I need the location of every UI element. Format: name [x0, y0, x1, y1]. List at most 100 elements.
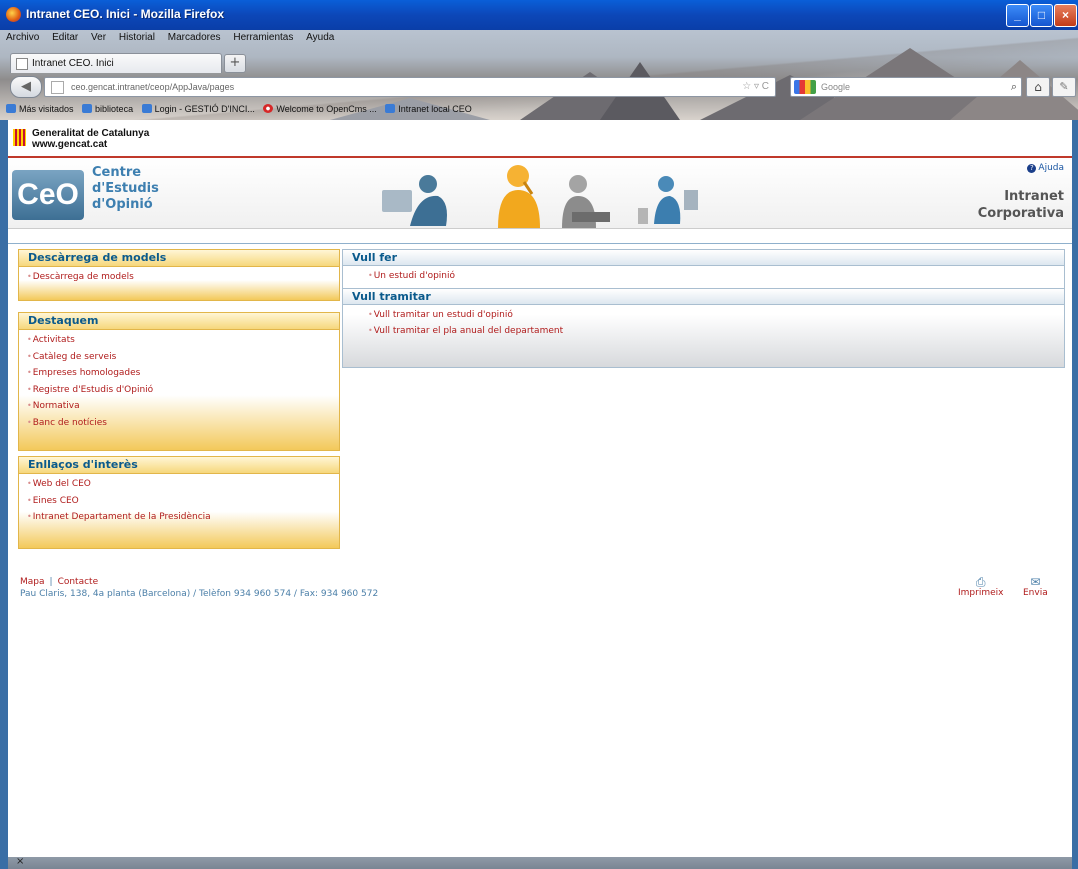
site-icon [51, 81, 64, 94]
link-estudi-opinio[interactable]: •Un estudi d'opinió [343, 268, 1064, 285]
section-title-vull-fer: Vull fer [343, 250, 1064, 266]
banner-figure-computer-user [382, 175, 447, 226]
opencms-icon [263, 104, 274, 113]
home-button[interactable]: ⌂ [1026, 77, 1050, 97]
banner-figure-laptop-user [562, 175, 610, 228]
menu-archivo[interactable]: Archivo [6, 32, 39, 43]
menu-bar: Archivo Editar Ver Historial Marcadores … [0, 32, 336, 46]
bullet-icon: • [368, 271, 373, 280]
google-icon [794, 80, 816, 94]
extension-icon[interactable]: ✎ [1052, 77, 1076, 97]
url-text: ceo.gencat.intranet/ceop/AppJava/pages [71, 82, 235, 92]
bullet-icon: • [27, 401, 32, 410]
bullet-icon: • [27, 384, 32, 394]
bookmark-icon [82, 104, 93, 113]
bookmark-biblioteca[interactable]: biblioteca [82, 104, 133, 114]
box-title-destaquem: Destaquem [19, 313, 339, 330]
bookmark-icon [141, 104, 152, 113]
gencat-name[interactable]: Generalitat de Catalunya www.gencat.cat [32, 128, 149, 150]
minimize-button[interactable]: _ [1006, 4, 1029, 27]
link-registre-estudis[interactable]: •Registre d'Estudis d'Opinió [19, 382, 339, 399]
menu-ayuda[interactable]: Ayuda [306, 32, 334, 43]
link-contacte[interactable]: Contacte [58, 577, 99, 587]
gencat-header: Generalitat de Catalunya www.gencat.cat [8, 120, 1072, 158]
intranet-title: Intranet Corporativa [977, 189, 1064, 221]
menu-ver[interactable]: Ver [91, 32, 106, 43]
page-viewport: Generalitat de Catalunya www.gencat.cat … [8, 120, 1072, 857]
ceo-name: Centre d'Estudis d'Opinió [92, 165, 159, 212]
link-descarrega-models[interactable]: •Descàrrega de models [19, 269, 339, 286]
page-icon [16, 58, 28, 70]
bookmark-icon [385, 104, 396, 113]
main-panel: Vull fer •Un estudi d'opinió Vull tramit… [342, 249, 1065, 368]
bullet-icon: • [27, 272, 32, 281]
search-input[interactable]: Google ⌕ [790, 77, 1022, 97]
bookmark-login[interactable]: Login - GESTIÓ D'INCI... [141, 104, 255, 114]
status-bar: × [8, 856, 1072, 869]
link-eines-ceo[interactable]: •Eines CEO [19, 493, 339, 510]
box-title-descarrega: Descàrrega de models [19, 250, 339, 267]
tab-label: Intranet CEO. Inici [32, 58, 114, 69]
email-button[interactable]: ✉ Envia [1023, 576, 1048, 598]
search-icon[interactable]: ⌕ [1011, 78, 1017, 96]
back-button[interactable]: ◀ [10, 76, 42, 98]
url-bar[interactable]: ceo.gencat.intranet/ceop/AppJava/pages ☆… [44, 77, 776, 97]
menu-herramientas[interactable]: Herramientas [233, 32, 293, 43]
bookmarks-bar: Más visitados biblioteca Login - GESTIÓ … [0, 104, 472, 118]
bullet-icon: • [27, 512, 32, 521]
box-descarrega: Descàrrega de models •Descàrrega de mode… [18, 249, 340, 301]
bookmark-opencms[interactable]: Welcome to OpenCms ... [263, 104, 377, 114]
link-cataleg-serveis[interactable]: •Catàleg de serveis [19, 349, 339, 366]
close-statusbar-icon[interactable]: × [16, 856, 24, 867]
link-empreses-homologades[interactable]: •Empreses homologades [19, 365, 339, 382]
banner-figure-phone-user [498, 165, 540, 228]
menu-editar[interactable]: Editar [52, 32, 78, 43]
ceo-logo[interactable]: CeO [12, 170, 84, 220]
header-separator [8, 229, 1072, 244]
link-web-ceo[interactable]: •Web del CEO [19, 476, 339, 493]
bullet-icon: • [27, 479, 32, 488]
link-tramitar-estudi[interactable]: •Vull tramitar un estudi d'opinió [343, 307, 1064, 324]
box-title-enllacos: Enllaços d'interès [19, 457, 339, 474]
link-tramitar-pla-anual[interactable]: •Vull tramitar el pla anual del departam… [343, 323, 1064, 340]
firefox-icon [6, 7, 21, 22]
star-reload-icons[interactable]: ☆ ▿ C [742, 78, 769, 96]
section-title-vull-tramitar: Vull tramitar [343, 287, 1064, 305]
footer: Mapa | Contacte Pau Claris, 138, 4a planta… [20, 576, 378, 600]
new-tab-button[interactable]: + [224, 54, 246, 73]
window-border-right [1072, 120, 1078, 857]
box-destaquem: Destaquem •Activitats •Catàleg de servei… [18, 312, 340, 451]
bullet-icon: • [27, 368, 32, 377]
link-mapa[interactable]: Mapa [20, 577, 45, 587]
title-bar: Intranet CEO. Inici - Mozilla Firefox _ … [0, 0, 1078, 30]
tab-active[interactable]: Intranet CEO. Inici [10, 53, 222, 73]
footer-separator: | [49, 577, 53, 587]
close-button[interactable]: × [1054, 4, 1077, 27]
search-placeholder: Google [821, 82, 851, 92]
bookmark-intranet-local[interactable]: Intranet local CEO [385, 104, 472, 114]
bullet-icon: • [27, 417, 32, 427]
bookmark-most-visited[interactable]: Más visitados [6, 104, 74, 114]
print-button[interactable]: ⎙ Imprimeix [958, 576, 1003, 598]
printer-icon: ⎙ [975, 575, 986, 589]
link-banc-noticies[interactable]: •Banc de notícies [19, 415, 339, 432]
ceo-banner: CeO Centre d'Estudis d'Opinió ? Ajuda In… [8, 158, 1072, 229]
box-enllacos: Enllaços d'interès •Web del CEO •Eines C… [18, 456, 340, 549]
link-intranet-presidencia[interactable]: •Intranet Departament de la Presidència [19, 509, 339, 526]
envelope-icon: ✉ [1030, 575, 1041, 589]
help-link[interactable]: ? Ajuda [1027, 163, 1064, 173]
menu-historial[interactable]: Historial [119, 32, 155, 43]
bullet-icon: • [27, 351, 32, 361]
window-title: Intranet CEO. Inici - Mozilla Firefox [26, 7, 225, 21]
bullet-icon: • [27, 335, 32, 344]
nav-bar: ◀ ceo.gencat.intranet/ceop/AppJava/pages… [0, 72, 1078, 100]
gencat-flag-logo[interactable] [13, 129, 26, 146]
bullet-icon: • [368, 326, 373, 335]
link-activitats[interactable]: •Activitats [19, 332, 339, 349]
bookmark-icon [6, 104, 16, 113]
bullet-icon: • [27, 495, 32, 505]
maximize-button[interactable]: □ [1030, 4, 1053, 27]
menu-marcadores[interactable]: Marcadores [168, 32, 221, 43]
link-normativa[interactable]: •Normativa [19, 398, 339, 415]
footer-address: Pau Claris, 138, 4a planta (Barcelona) /… [20, 589, 379, 599]
